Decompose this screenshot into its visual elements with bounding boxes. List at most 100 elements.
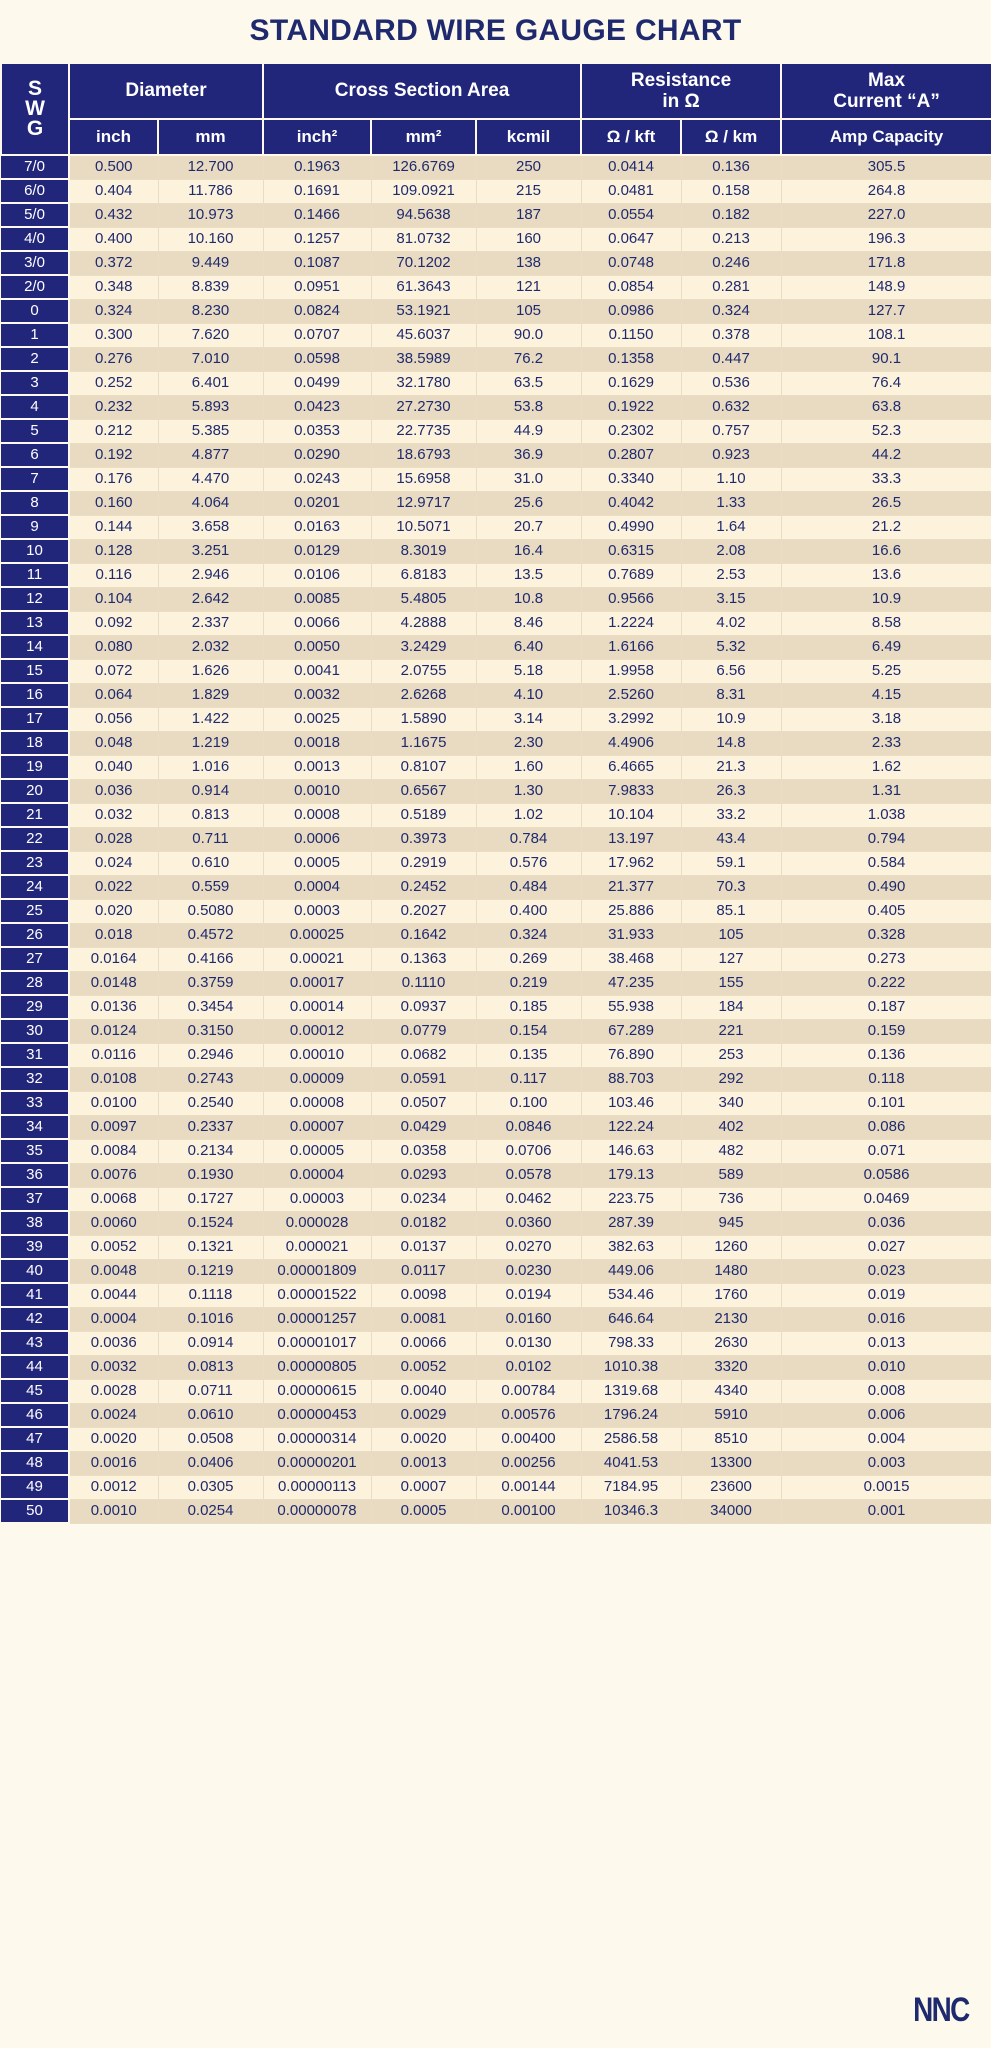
- cell-mm: 0.2540: [157, 1090, 264, 1116]
- cell-ohm-kft: 38.468: [580, 946, 682, 972]
- cell-inch: 0.0032: [68, 1354, 159, 1380]
- cell-kcmil: 138: [475, 250, 582, 276]
- table-row: 13 0.092 2.337 0.0066 4.2888 8.46 1.2224 4.02 8.…: [1, 610, 991, 636]
- cell-kcmil: 215: [475, 178, 582, 204]
- cell-mm2: 0.0117: [370, 1258, 477, 1284]
- cell-gauge: 47: [1, 1426, 70, 1452]
- cell-inch: 0.176: [68, 466, 159, 492]
- cell-mm2: 0.0040: [370, 1378, 477, 1404]
- cell-mm: 0.0305: [157, 1474, 264, 1500]
- cell-inch: 0.022: [68, 874, 159, 900]
- cell-inch: 0.232: [68, 394, 159, 420]
- cell-kcmil: 0.484: [475, 874, 582, 900]
- cell-mm2: 0.3973: [370, 826, 477, 852]
- cell-mm: 4.877: [157, 442, 264, 468]
- cell-ohm-kft: 2586.58: [580, 1426, 682, 1452]
- cell-kcmil: 1.30: [475, 778, 582, 804]
- cell-inch2: 0.1963: [262, 154, 372, 180]
- table-row: 44 0.0032 0.0813 0.00000805 0.0052 0.0102 1010…: [1, 1354, 991, 1380]
- cell-ohm-kft: 0.1629: [580, 370, 682, 396]
- cell-mm: 0.3759: [157, 970, 264, 996]
- cell-inch: 0.128: [68, 538, 159, 564]
- cell-inch2: 0.0085: [262, 586, 372, 612]
- cell-mm: 0.2743: [157, 1066, 264, 1092]
- cell-ohm-kft: 0.4990: [580, 514, 682, 540]
- cell-mm2: 0.0937: [370, 994, 477, 1020]
- cell-mm: 2.337: [157, 610, 264, 636]
- cell-amp: 6.49: [780, 634, 991, 660]
- cell-mm: 11.786: [157, 178, 264, 204]
- cell-kcmil: 31.0: [475, 466, 582, 492]
- cell-ohm-kft: 76.890: [580, 1042, 682, 1068]
- cell-inch: 0.212: [68, 418, 159, 444]
- cell-amp: 1.038: [780, 802, 991, 828]
- cell-kcmil: 0.117: [475, 1066, 582, 1092]
- table-row: 2 0.276 7.010 0.0598 38.5989 76.2 0.1358 0.447 9…: [1, 346, 991, 372]
- cell-inch: 0.0108: [68, 1066, 159, 1092]
- cell-gauge: 6/0: [1, 178, 70, 204]
- cell-mm: 0.1930: [157, 1162, 264, 1188]
- cell-amp: 227.0: [780, 202, 991, 228]
- cell-gauge: 36: [1, 1162, 70, 1188]
- table-row: 1 0.300 7.620 0.0707 45.6037 90.0 0.1150 0.378 1…: [1, 322, 991, 348]
- cell-inch2: 0.0290: [262, 442, 372, 468]
- table-row: 50 0.0010 0.0254 0.00000078 0.0005 0.00100 103…: [1, 1498, 991, 1524]
- cell-inch2: 0.00008: [262, 1090, 372, 1116]
- cell-inch: 0.0036: [68, 1330, 159, 1356]
- cell-mm: 4.064: [157, 490, 264, 516]
- cell-amp: 0.490: [780, 874, 991, 900]
- cell-inch2: 0.0707: [262, 322, 372, 348]
- cell-ohm-km: 21.3: [680, 754, 782, 780]
- cell-kcmil: 36.9: [475, 442, 582, 468]
- table-row: 37 0.0068 0.1727 0.00003 0.0234 0.0462 223.75 7…: [1, 1186, 991, 1212]
- cell-kcmil: 1.60: [475, 754, 582, 780]
- cell-mm2: 0.0007: [370, 1474, 477, 1500]
- cell-inch: 0.0012: [68, 1474, 159, 1500]
- cell-gauge: 19: [1, 754, 70, 780]
- table-row: 43 0.0036 0.0914 0.00001017 0.0066 0.0130 798.…: [1, 1330, 991, 1356]
- cell-gauge: 26: [1, 922, 70, 948]
- cell-ohm-km: 0.213: [680, 226, 782, 252]
- header-group-resistance-line1: Resistance: [630, 69, 732, 91]
- cell-amp: 63.8: [780, 394, 991, 420]
- cell-ohm-kft: 0.0481: [580, 178, 682, 204]
- cell-ohm-km: 2.53: [680, 562, 782, 588]
- table-row: 14 0.080 2.032 0.0050 3.2429 6.40 1.6166 5.32 6.…: [1, 634, 991, 660]
- header-sub-kcmil: kcmil: [475, 118, 583, 156]
- header-group-diameter: Diameter: [67, 62, 265, 120]
- table-row: 32 0.0108 0.2743 0.00009 0.0591 0.117 88.703 29…: [1, 1066, 991, 1092]
- cell-ohm-km: 8.31: [680, 682, 782, 708]
- cell-amp: 127.7: [780, 298, 991, 324]
- cell-mm2: 1.5890: [370, 706, 477, 732]
- cell-inch2: 0.0106: [262, 562, 372, 588]
- cell-gauge: 2/0: [1, 274, 70, 300]
- cell-mm2: 2.6268: [370, 682, 477, 708]
- cell-amp: 0.101: [780, 1090, 991, 1116]
- cell-mm: 0.914: [157, 778, 264, 804]
- cell-mm: 8.230: [157, 298, 264, 324]
- cell-kcmil: 6.40: [475, 634, 582, 660]
- cell-inch: 0.036: [68, 778, 159, 804]
- cell-ohm-kft: 0.0986: [580, 298, 682, 324]
- cell-inch: 0.064: [68, 682, 159, 708]
- cell-mm: 0.1524: [157, 1210, 264, 1236]
- table-row: 24 0.022 0.559 0.0004 0.2452 0.484 21.377 70.3 0…: [1, 874, 991, 900]
- cell-ohm-km: 253: [680, 1042, 782, 1068]
- cell-kcmil: 0.0846: [475, 1114, 582, 1140]
- cell-mm: 2.642: [157, 586, 264, 612]
- cell-ohm-kft: 1319.68: [580, 1378, 682, 1404]
- table-row: 8 0.160 4.064 0.0201 12.9717 25.6 0.4042 1.33 26…: [1, 490, 991, 516]
- header-sub-ohm-per-kft: Ω / kft: [580, 118, 683, 156]
- table-row: 27 0.0164 0.4166 0.00021 0.1363 0.269 38.468 12…: [1, 946, 991, 972]
- cell-ohm-kft: 21.377: [580, 874, 682, 900]
- cell-ohm-kft: 3.2992: [580, 706, 682, 732]
- cell-mm: 0.1727: [157, 1186, 264, 1212]
- cell-kcmil: 0.00400: [475, 1426, 582, 1452]
- header-group-max-current: Max Current “A”: [780, 62, 991, 120]
- cell-gauge: 33: [1, 1090, 70, 1116]
- cell-ohm-kft: 0.4042: [580, 490, 682, 516]
- cell-amp: 0.159: [780, 1018, 991, 1044]
- cell-ohm-km: 589: [680, 1162, 782, 1188]
- cell-mm2: 0.0779: [370, 1018, 477, 1044]
- cell-amp: 10.9: [780, 586, 991, 612]
